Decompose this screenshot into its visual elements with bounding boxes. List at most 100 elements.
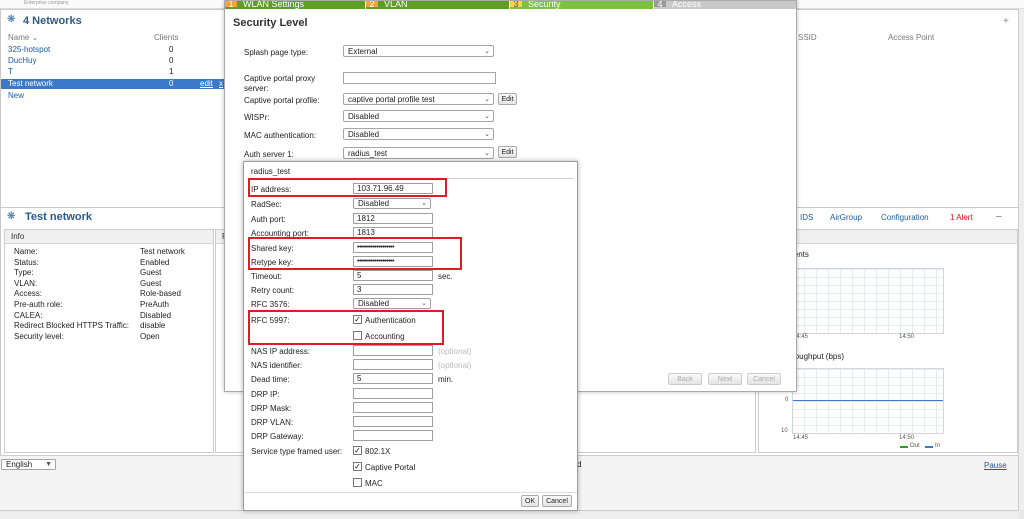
col-ap-header[interactable]: Access Point	[888, 33, 934, 42]
drp-mask-input[interactable]	[353, 402, 433, 413]
auth-server-label: Auth server 1:	[244, 150, 294, 159]
drp-ip-label: DRP IP:	[251, 390, 280, 399]
info-label: Type:	[14, 268, 34, 278]
tab-ids[interactable]: IDS	[800, 213, 813, 222]
language-select[interactable]: English ▼	[1, 459, 56, 470]
network-row[interactable]: 325-hotspot 0	[1, 45, 225, 55]
chevron-down-icon: ⌄	[484, 113, 490, 120]
radsec-label: RadSec:	[251, 200, 282, 209]
delete-network-link[interactable]: x	[219, 79, 223, 89]
auth-server-select[interactable]: radius_test ⌄	[343, 147, 494, 159]
new-network-link[interactable]: New	[8, 91, 24, 101]
back-button[interactable]: Back	[668, 373, 702, 385]
col-name-header[interactable]: Name ⌄	[8, 33, 38, 42]
proxy-input[interactable]	[343, 72, 496, 84]
info-label: CALEA:	[14, 310, 43, 320]
throughput-chart	[792, 368, 944, 434]
scrollbar-vertical[interactable]	[1018, 9, 1024, 510]
step-number: 2	[366, 1, 378, 9]
chevron-down-icon: ⌄	[484, 48, 490, 55]
pause-link[interactable]: Pause	[984, 461, 1007, 470]
trends-box: rends ients 14:45 14:50 roughput (bps) 0…	[758, 229, 1018, 453]
nas-ip-hint: (optional)	[438, 347, 472, 356]
step-security[interactable]: 3 Security	[510, 1, 653, 9]
network-row-selected[interactable]: Test network 0 edit x	[1, 79, 225, 89]
step-number: 1	[225, 1, 237, 9]
auth-port-input[interactable]: 1812	[353, 213, 433, 224]
drp-gateway-input[interactable]	[353, 430, 433, 441]
dead-time-unit: min.	[438, 375, 454, 384]
cancel-button[interactable]: Cancel	[747, 373, 781, 385]
add-network-button[interactable]: +	[1003, 16, 1009, 27]
service-captive-portal-checkbox[interactable]: ✓	[353, 462, 362, 471]
info-box: Info Name: Test network Status: Enabled Ty…	[4, 229, 214, 453]
network-name[interactable]: Test network	[8, 79, 53, 89]
chevron-down-icon: ⌄	[484, 96, 490, 103]
radsec-select[interactable]: Disabled ⌄	[353, 198, 431, 209]
step-vlan[interactable]: 2 VLAN	[366, 1, 509, 9]
step-number: 3	[510, 1, 522, 9]
network-name[interactable]: DucHuy	[8, 56, 36, 66]
network-name[interactable]: T	[8, 67, 13, 77]
wispr-label: WISPr:	[244, 113, 270, 122]
edit-network-link[interactable]: edit	[200, 79, 213, 89]
profile-value: captive portal profile test	[348, 95, 435, 104]
info-label: Status:	[14, 257, 39, 267]
info-label: Redirect Blocked HTTPS Traffic:	[14, 321, 129, 331]
step-wlan-settings[interactable]: 1 WLAN Settings	[225, 1, 365, 9]
tab-configuration[interactable]: Configuration	[881, 213, 929, 222]
info-label: Access:	[14, 289, 43, 299]
rfc3576-select[interactable]: Disabled ⌄	[353, 298, 431, 309]
wizard-steps: 1 WLAN Settings 2 VLAN 3 Security 4 Access	[225, 1, 796, 9]
auth-server-edit-button[interactable]: Edit	[498, 146, 517, 158]
timeout-input[interactable]: 5	[353, 270, 433, 281]
col-ssid-header[interactable]: SSID	[798, 33, 817, 42]
drp-vlan-input[interactable]	[353, 416, 433, 427]
splash-page-select[interactable]: External ⌄	[343, 45, 494, 57]
profile-edit-button[interactable]: Edit	[498, 93, 517, 105]
info-value: Guest	[140, 278, 162, 288]
info-value: Disabled	[140, 310, 172, 320]
chevron-down-icon: ⌄	[484, 131, 490, 138]
popup-cancel-button[interactable]: Cancel	[542, 495, 572, 507]
dead-time-input[interactable]: 5	[353, 373, 433, 384]
next-button[interactable]: Next	[708, 373, 742, 385]
wispr-select[interactable]: Disabled ⌄	[343, 110, 494, 122]
auth-port-label: Auth port:	[251, 215, 286, 224]
step-label: WLAN Settings	[243, 1, 305, 9]
network-name[interactable]: 325-hotspot	[8, 45, 50, 55]
tab-airgroup[interactable]: AirGroup	[830, 213, 862, 222]
retry-count-input[interactable]: 3	[353, 284, 433, 295]
auth-server-value: radius_test	[348, 149, 388, 158]
network-row[interactable]: T 1	[1, 67, 225, 77]
nas-ip-input[interactable]	[353, 345, 433, 356]
network-clients: 1	[169, 67, 174, 76]
network-row[interactable]: DucHuy 0	[1, 56, 225, 66]
nas-identifier-input[interactable]	[353, 359, 433, 370]
step-number: 4	[654, 1, 666, 9]
network-clients: 0	[169, 45, 174, 54]
step-access[interactable]: 4 Access	[654, 1, 796, 9]
info-list: Name: Test network Status: Enabled Type: Gu…	[14, 247, 209, 342]
service-mac-checkbox[interactable]	[353, 478, 362, 487]
legend-in-label: In	[935, 443, 941, 449]
rfc3576-label: RFC 3576:	[251, 300, 290, 309]
retry-count-label: Retry count:	[251, 286, 295, 295]
trends-header: rends	[759, 230, 1017, 244]
mac-auth-select[interactable]: Disabled ⌄	[343, 128, 494, 140]
step-label: VLAN	[384, 1, 408, 9]
drp-vlan-label: DRP VLAN:	[251, 418, 294, 427]
step-label: Security	[528, 1, 561, 9]
ok-button[interactable]: OK	[521, 495, 539, 507]
info-value: disable	[140, 321, 166, 331]
drp-ip-input[interactable]	[353, 388, 433, 399]
col-clients-header[interactable]: Clients	[154, 33, 178, 42]
wispr-value: Disabled	[348, 112, 380, 121]
chevron-down-icon: ▼	[45, 461, 52, 468]
alert-badge[interactable]: 1 Alert	[950, 213, 973, 222]
radsec-value: Disabled	[358, 199, 390, 208]
captive-profile-select[interactable]: captive portal profile test ⌄	[343, 93, 494, 105]
minimize-icon[interactable]: –	[996, 211, 1002, 222]
service-8021x-checkbox[interactable]: ✓	[353, 446, 362, 455]
network-clients: 0	[169, 56, 174, 65]
